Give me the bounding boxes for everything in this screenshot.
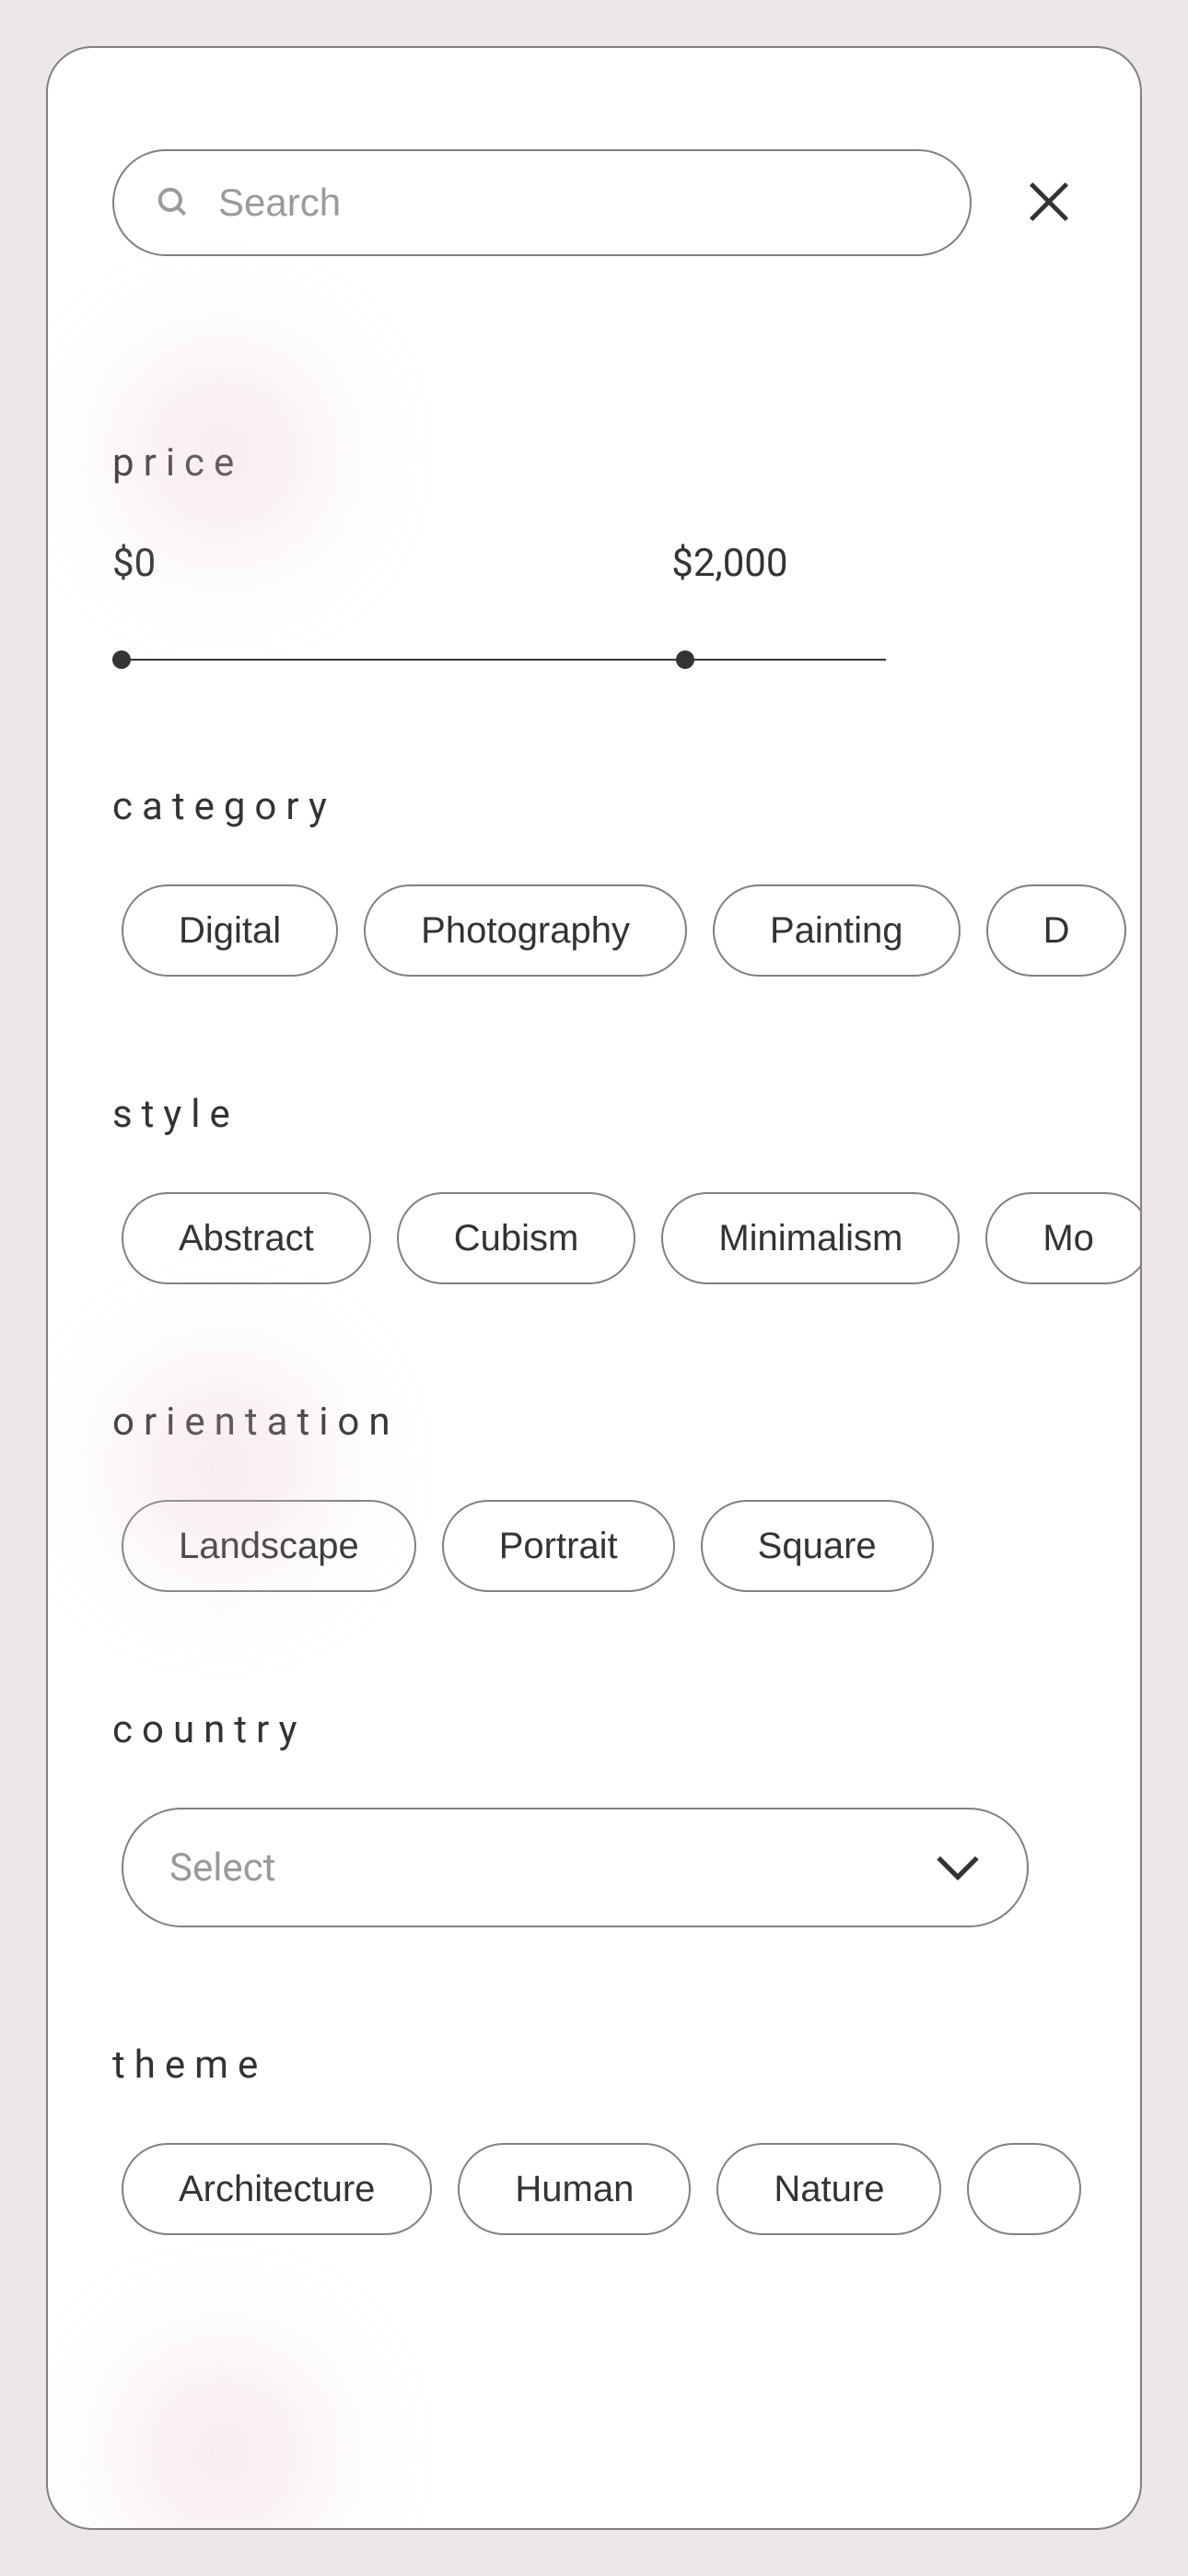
price-max: $2,000 <box>671 541 787 586</box>
header-row <box>112 149 1076 256</box>
section-label-category: category <box>112 784 1076 829</box>
section-label-theme: theme <box>112 2043 1076 2088</box>
filter-panel: price $0 $2,000 category Digital Photogr… <box>46 46 1142 2530</box>
section-label-country: country <box>112 1707 1076 1752</box>
search-field[interactable] <box>112 149 972 256</box>
close-icon <box>1022 175 1076 228</box>
chip-category[interactable]: Digital <box>122 884 338 977</box>
theme-chips: Architecture Human Nature <box>122 2143 1076 2235</box>
category-section: category Digital Photography Painting D <box>112 784 1076 977</box>
style-section: style Abstract Cubism Minimalism Mo <box>112 1092 1076 1284</box>
orientation-section: orientation Landscape Portrait Square <box>112 1399 1076 1592</box>
chip-theme[interactable]: Human <box>458 2143 691 2235</box>
chip-category[interactable]: Painting <box>713 884 961 977</box>
chip-style[interactable]: Cubism <box>397 1192 636 1284</box>
country-select-placeholder: Select <box>169 1845 275 1891</box>
section-label-price: price <box>112 440 1076 486</box>
search-input[interactable] <box>218 181 928 225</box>
orientation-chips: Landscape Portrait Square <box>122 1500 1076 1592</box>
country-section: country Select <box>112 1707 1076 1927</box>
close-button[interactable] <box>1022 175 1076 231</box>
slider-handle-min[interactable] <box>112 650 131 669</box>
style-chips: Abstract Cubism Minimalism Mo <box>122 1192 1076 1284</box>
chip-theme[interactable]: Architecture <box>122 2143 432 2235</box>
chevron-down-icon <box>935 1854 981 1881</box>
slider-line <box>112 659 886 661</box>
chip-style[interactable]: Abstract <box>122 1192 371 1284</box>
section-label-orientation: orientation <box>112 1399 1076 1445</box>
chip-orientation[interactable]: Square <box>701 1500 934 1592</box>
chip-style[interactable]: Mo <box>985 1192 1142 1284</box>
theme-section: theme Architecture Human Nature <box>112 2043 1076 2235</box>
chip-category[interactable]: D <box>986 884 1127 977</box>
search-icon <box>156 185 191 220</box>
country-select[interactable]: Select <box>122 1808 1029 1927</box>
price-slider[interactable] <box>112 650 886 669</box>
price-min: $0 <box>112 541 156 586</box>
chip-theme[interactable]: Nature <box>716 2143 941 2235</box>
chip-category[interactable]: Photography <box>364 884 687 977</box>
price-values: $0 $2,000 <box>112 541 1076 586</box>
category-chips: Digital Photography Painting D <box>122 884 1076 977</box>
chip-style[interactable]: Minimalism <box>661 1192 960 1284</box>
chip-theme[interactable] <box>967 2143 1081 2235</box>
slider-handle-max[interactable] <box>676 650 694 669</box>
section-label-style: style <box>112 1092 1076 1137</box>
decorative-glow <box>122 2351 324 2530</box>
chip-orientation[interactable]: Landscape <box>122 1500 416 1592</box>
price-section: price $0 $2,000 <box>112 440 1076 669</box>
chip-orientation[interactable]: Portrait <box>442 1500 675 1592</box>
